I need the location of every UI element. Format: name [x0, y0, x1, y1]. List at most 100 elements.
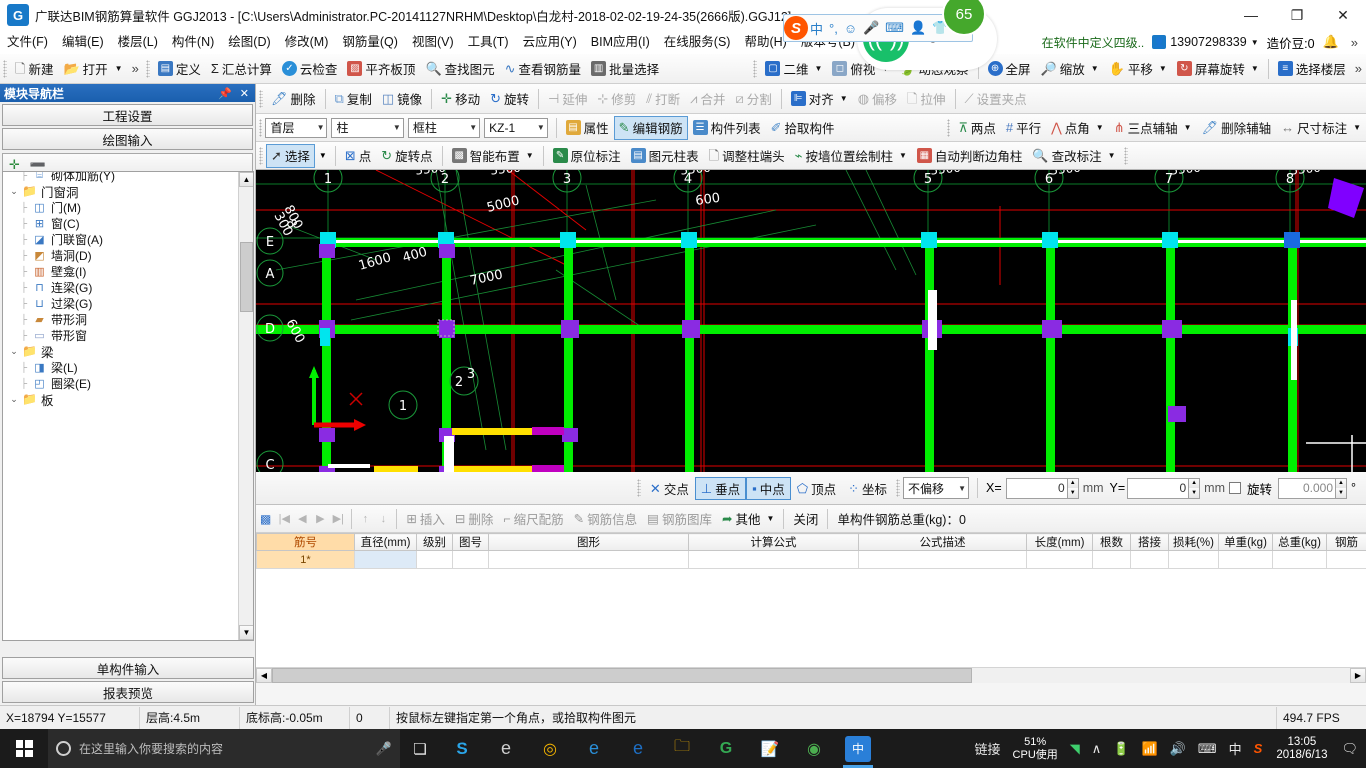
floor-combobox[interactable]: 首层 ▼	[265, 117, 328, 138]
toolbar-gripper-end[interactable]	[1123, 146, 1128, 165]
single-component-input-button[interactable]: 单构件输入	[2, 657, 254, 679]
sogou-icon[interactable]: S	[1248, 729, 1269, 768]
subcategory-combobox[interactable]: 框柱 ▼	[407, 117, 481, 138]
component-tree[interactable]: ├⊤框柱(Z)├▨剪力墙(Q)├◨梁(L)├▭现浇板(B)›📁轴线⌄📁柱├⊤框柱…	[2, 171, 254, 641]
point-angle-button[interactable]: ⋀ 点角 ▼	[1046, 116, 1109, 140]
offset-mode-combobox[interactable]: 不偏移 ▼	[903, 477, 970, 499]
table-cell[interactable]	[354, 550, 417, 569]
menu-file[interactable]: 文件(F)	[0, 30, 55, 54]
toolbar-gripper-draw[interactable]	[259, 146, 263, 165]
table-cell[interactable]	[1026, 550, 1093, 569]
chevron-down-icon[interactable]: ⌄	[7, 346, 21, 357]
rotate-input[interactable]: 0.000	[1278, 477, 1336, 499]
view-rebar-button[interactable]: ∿ 查看钢筋量	[500, 57, 586, 81]
close-rebar-panel-button[interactable]: 关闭	[788, 507, 823, 530]
align-button[interactable]: ⊫ 对齐 ▼	[786, 87, 853, 111]
tree-item[interactable]: ├ ◫ 门(M)	[3, 199, 239, 215]
table-cell[interactable]	[688, 550, 859, 569]
snap-coordinate-button[interactable]: ⁘ 坐标	[842, 477, 893, 500]
table-cell[interactable]	[416, 550, 453, 569]
task-view-icon[interactable]: ❏	[400, 729, 440, 768]
microphone-icon[interactable]: 🎤	[376, 741, 392, 757]
spin-down-icon[interactable]: ▼	[1067, 488, 1078, 498]
rebar-info-button[interactable]: ✎ 钢筋信息	[569, 507, 643, 530]
in-situ-label-button[interactable]: ✎ 原位标注	[548, 144, 626, 168]
scroll-track[interactable]	[272, 668, 1350, 683]
y-offset-spinner[interactable]: ▲ ▼	[1189, 477, 1201, 499]
table-column-header[interactable]: 级别	[416, 533, 453, 551]
draw-column-by-wall-button[interactable]: ⌁ 按墙位置绘制柱 ▼	[790, 144, 912, 168]
rebar-library-button[interactable]: ▤ 钢筋图库	[642, 507, 717, 530]
insert-row-button[interactable]: ⊞ 插入	[401, 507, 450, 530]
scrollbar-thumb[interactable]	[240, 242, 253, 312]
spin-up-icon[interactable]: ▲	[1067, 478, 1078, 488]
set-grip-button[interactable]: ⟋ 设置夹点	[960, 87, 1032, 111]
pan-button[interactable]: ✋ 平移 ▼	[1104, 57, 1172, 81]
tree-item[interactable]: ├ ▥ 壁龛(I)	[3, 263, 239, 279]
taskbar-clock[interactable]: 13:05 2018/6/13	[1268, 736, 1335, 762]
define-button[interactable]: ▤ 定义	[153, 57, 206, 81]
select-floor-button[interactable]: ≡ 选择楼层	[1273, 57, 1351, 81]
next-record-button[interactable]: ▶	[311, 512, 329, 525]
rotate-checkbox[interactable]	[1228, 482, 1241, 494]
properties-button[interactable]: ▤ 属性	[561, 116, 614, 140]
first-record-button[interactable]: |◀	[275, 512, 293, 525]
x-offset-input[interactable]: 0	[1005, 477, 1068, 499]
tree-item[interactable]: ├ ▰ 带形洞	[3, 311, 239, 327]
chevron-down-icon[interactable]: ▼	[315, 151, 331, 160]
offset-gripper[interactable]	[896, 479, 901, 497]
table-cell[interactable]	[1326, 550, 1366, 569]
snap-midpoint-button[interactable]: ▪ 中点	[746, 476, 791, 500]
menu-floor[interactable]: 楼层(L)	[111, 30, 165, 54]
rotate-button[interactable]: ↻ 旋转	[485, 87, 534, 111]
start-button[interactable]	[0, 729, 48, 768]
maximize-button[interactable]: ❐	[1274, 0, 1320, 30]
menu-view[interactable]: 视图(V)	[405, 30, 461, 54]
taskbar-search-box[interactable]: 在这里输入你要搜索的内容 🎤	[48, 729, 400, 768]
close-icon[interactable]: ✕	[236, 87, 253, 100]
split-button[interactable]: ⧄ 分割	[730, 87, 776, 111]
view-2d-button[interactable]: ▢ 二维 ▼	[760, 57, 827, 81]
battery-icon[interactable]: 🔋	[1107, 729, 1135, 768]
last-record-button[interactable]: ▶|	[329, 512, 347, 525]
rebar-table-container[interactable]: 筋号 直径(mm) 级别 图号 图形 计算公式 公式描述 长度(mm) 根数 搭接 损耗(%) 单重(…	[256, 533, 1366, 683]
network-icon[interactable]: 📶	[1135, 729, 1163, 768]
tree-item[interactable]: ├ ◨ 梁(L)	[3, 359, 239, 375]
tree-item[interactable]: ├ ⌸ 砌体加筋(Y)	[3, 172, 239, 183]
chevron-up-icon[interactable]: ∧	[1086, 729, 1108, 768]
align-slab-top-button[interactable]: ▨ 平齐板顶	[342, 57, 420, 81]
tree-item[interactable]: ├ ⊔ 过梁(G)	[3, 295, 239, 311]
point-tool-button[interactable]: ⊠ 点	[340, 144, 376, 168]
toolbar-gripper-3[interactable]	[753, 59, 758, 78]
break-button[interactable]: ⫽ 打断	[641, 87, 685, 111]
select-tool-button[interactable]: ➚ 选择	[266, 143, 315, 168]
summary-calc-button[interactable]: Σ 汇总计算	[206, 57, 277, 81]
delete-axis-button[interactable]: 🖊 删除辅轴	[1197, 116, 1277, 140]
rotate-spinner[interactable]: ▲ ▼	[1336, 477, 1347, 499]
table-column-header[interactable]: 钢筋	[1326, 533, 1366, 551]
tree-item[interactable]: ├ ◩ 墙洞(D)	[3, 247, 239, 263]
y-offset-input[interactable]: 0	[1127, 477, 1190, 499]
tree-item[interactable]: ├ ⊞ 窗(C)	[3, 215, 239, 231]
scroll-thumb[interactable]	[272, 668, 972, 683]
cloud-check-button[interactable]: ✓ 云检查	[277, 57, 343, 81]
fullscreen-button[interactable]: ⊕ 全屏	[983, 57, 1036, 81]
table-column-header[interactable]: 根数	[1092, 533, 1131, 551]
app-notes-icon[interactable]: 📝	[748, 729, 792, 768]
app-ie-icon[interactable]: e	[616, 729, 660, 768]
tree-scrollbar[interactable]: ▲ ▼	[238, 172, 253, 640]
app-chrome-variant-icon[interactable]: ◎	[528, 729, 572, 768]
menu-online-service[interactable]: 在线服务(S)	[657, 30, 738, 54]
menu-cloud-app[interactable]: 云应用(Y)	[516, 30, 584, 54]
table-cell[interactable]	[1218, 550, 1273, 569]
spin-down-icon[interactable]: ▼	[1336, 488, 1346, 498]
scroll-down-arrow-icon[interactable]: ▼	[239, 625, 253, 640]
scroll-right-arrow-icon[interactable]: ▶	[1350, 668, 1366, 683]
ime-emoji-icon[interactable]: ☺	[844, 21, 857, 36]
table-column-header[interactable]: 单重(kg)	[1218, 533, 1273, 551]
snapbar-gripper[interactable]	[636, 479, 641, 497]
drawing-input-button[interactable]: 绘图输入	[2, 128, 253, 150]
tree-item[interactable]: ├ ◰ 圈梁(E)	[3, 375, 239, 391]
element-combobox[interactable]: KZ-1 ▼	[484, 117, 548, 138]
smart-layout-button[interactable]: ▩ 智能布置 ▼	[447, 144, 539, 168]
